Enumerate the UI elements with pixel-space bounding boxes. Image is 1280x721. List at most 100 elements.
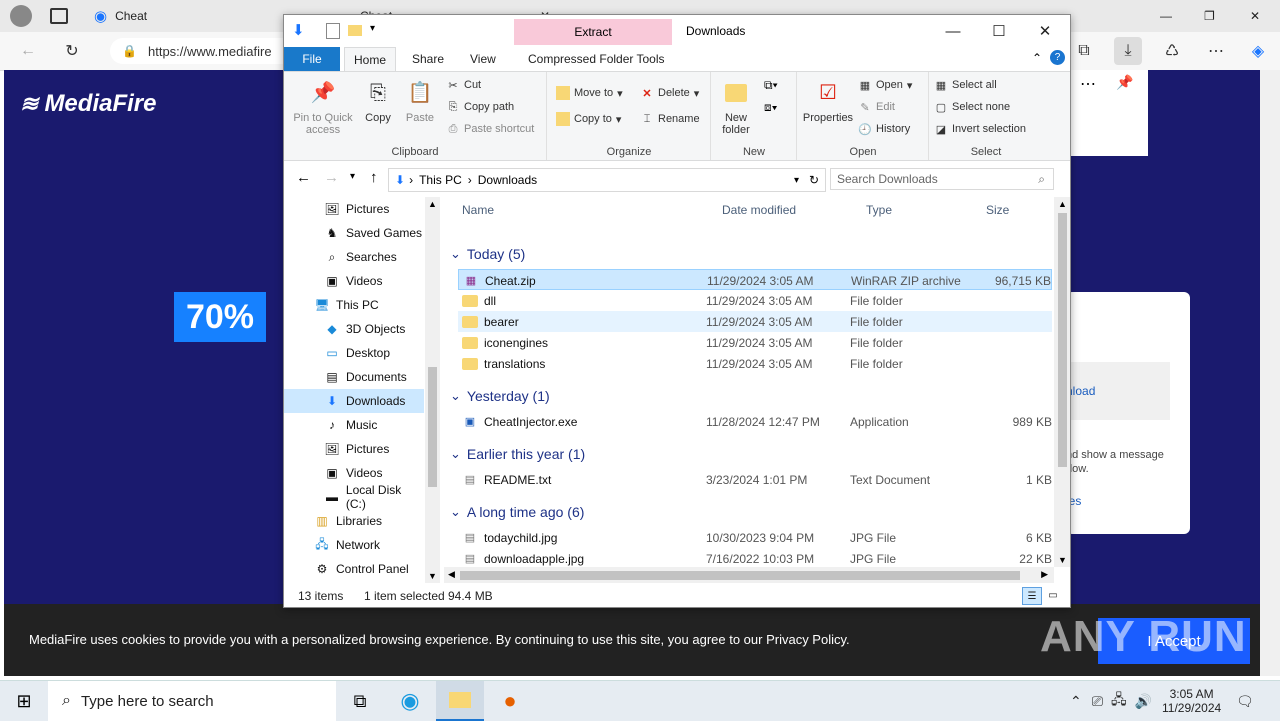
group-header[interactable]: ⌄ Yesterday (1) — [450, 385, 550, 407]
refresh-folder-icon[interactable]: ↻ — [809, 173, 819, 187]
file-row[interactable]: ▣ CheatInjector.exe 11/28/2024 12:47 PM App… — [458, 411, 1052, 432]
file-list-vertical-scrollbar[interactable]: ▲ ▼ — [1054, 197, 1070, 567]
tab-actions-icon[interactable] — [50, 0, 68, 32]
nav-item-documents[interactable]: ▤ Documents — [284, 365, 424, 389]
nav-item-local-disk-c[interactable]: ▬ Local Disk (C:) — [284, 483, 424, 511]
help-icon[interactable]: ? — [1050, 50, 1065, 65]
explorer-taskbar-button[interactable] — [436, 681, 484, 721]
refresh-icon[interactable]: ↻ — [58, 37, 86, 65]
breadcrumb-downloads[interactable]: Downloads — [478, 173, 537, 187]
download-button[interactable]: nload — [1066, 362, 1170, 420]
network-tray-icon[interactable]: 🖧 — [1111, 689, 1127, 713]
new-item-icon[interactable]: ⧉▾ — [764, 78, 778, 93]
file-row[interactable]: ▤ todaychild.jpg 10/30/2023 9:04 PM JPG Fil… — [458, 527, 1052, 548]
copy-button[interactable]: ⎘ Copy — [360, 78, 396, 124]
group-header[interactable]: ⌄ A long time ago (6) — [450, 501, 584, 523]
taskbar-search[interactable]: ⌕ Type here to search — [48, 681, 336, 721]
edit-button[interactable]: ✎ Edit — [858, 98, 895, 116]
up-arrow-icon[interactable]: ↑ — [370, 169, 378, 186]
back-arrow-icon[interactable]: ← — [296, 169, 311, 186]
search-box[interactable]: Search Downloads ⌕ — [830, 168, 1054, 190]
paste-button[interactable]: 📋 Paste — [402, 78, 438, 124]
invert-selection-button[interactable]: ◪ Invert selection — [934, 120, 1026, 138]
maximize-button[interactable]: ☐ — [976, 15, 1022, 47]
nav-scrollbar[interactable]: ▲ ▼ — [425, 197, 440, 583]
properties-qa-icon[interactable] — [326, 23, 340, 39]
file-row[interactable]: ▦ Cheat.zip 11/29/2024 3:05 AM WinRAR ZIP a… — [458, 269, 1052, 290]
nav-item-this-pc[interactable]: 🖥 This PC — [284, 293, 424, 317]
tab-home[interactable]: Home — [344, 47, 396, 72]
recent-dropdown-icon[interactable]: ▾ — [350, 171, 355, 182]
file-row[interactable]: iconengines 11/29/2024 3:05 AM File folder — [458, 332, 1052, 353]
new-folder-qa-icon[interactable] — [348, 25, 362, 36]
clock[interactable]: 3:05 AM 11/29/2024 — [1162, 681, 1221, 721]
delete-button[interactable]: ✕ Delete ▾ — [640, 84, 699, 102]
cut-button[interactable]: ✂ Cut — [446, 76, 481, 94]
group-header[interactable]: ⌄ Today (5) — [450, 243, 525, 265]
notifications-button[interactable]: 🗨 — [1236, 681, 1254, 721]
nav-item-desktop[interactable]: ▭ Desktop — [284, 341, 424, 365]
nav-item-downloads[interactable]: ⬇ Downloads — [284, 389, 424, 413]
large-icons-view-icon[interactable]: ▭ — [1044, 587, 1062, 603]
nav-item-saved-games[interactable]: ♞ Saved Games — [284, 221, 424, 245]
tab-compressed-folder-tools[interactable]: Compressed Folder Tools — [528, 47, 665, 71]
pin-quick-access-button[interactable]: 📌 Pin to Quick access — [290, 78, 356, 136]
properties-button[interactable]: ☑ Properties — [800, 78, 856, 124]
nav-item-network[interactable]: 🖧 Network — [284, 533, 424, 557]
tab-share[interactable]: Share — [412, 47, 444, 71]
copilot-icon[interactable]: ◈ — [1244, 37, 1272, 65]
file-row[interactable]: bearer 11/29/2024 3:05 AM File folder — [458, 311, 1052, 332]
pin-icon[interactable]: 📌 — [1116, 74, 1133, 91]
select-none-button[interactable]: ▢ Select none — [934, 98, 1010, 116]
edge-taskbar-button[interactable]: ◉ — [386, 681, 434, 721]
quick-access-down-icon[interactable]: ⬇ — [292, 21, 305, 39]
open-button[interactable]: ▦ Open ▾ — [858, 76, 913, 94]
start-button[interactable]: ⊞ — [0, 681, 48, 721]
paste-shortcut-button[interactable]: ⎙ Paste shortcut — [446, 120, 535, 138]
move-to-button[interactable]: Move to ▾ — [556, 84, 623, 102]
collapse-ribbon-icon[interactable]: ⌃ — [1032, 51, 1042, 65]
address-bar[interactable]: ⬇ › This PC › Downloads ▾ ↻ — [388, 168, 826, 192]
back-icon[interactable]: ← — [14, 37, 42, 65]
nav-item-3d-objects[interactable]: ◆ 3D Objects — [284, 317, 424, 341]
mediafire-logo[interactable]: ≋ MediaFire — [20, 90, 156, 118]
nav-item-pictures[interactable]: 🖼 Pictures — [284, 197, 424, 221]
tab-file[interactable]: File — [284, 47, 340, 71]
nav-item-videos[interactable]: ▣ Videos — [284, 269, 424, 293]
new-folder-button[interactable]: New folder — [716, 78, 756, 136]
copy-to-button[interactable]: Copy to ▾ — [556, 110, 621, 128]
downloads-icon[interactable]: ⤓ — [1114, 37, 1142, 65]
nav-item-videos[interactable]: ▣ Videos — [284, 461, 424, 485]
column-name[interactable]: Name — [462, 197, 494, 223]
close-browser-button[interactable]: ✕ — [1250, 0, 1260, 32]
file-row[interactable]: dll 11/29/2024 3:05 AM File folder — [458, 290, 1052, 311]
copy-path-button[interactable]: ⎘ Copy path — [446, 98, 515, 116]
forward-arrow-icon[interactable]: → — [324, 169, 339, 186]
address-dropdown-icon[interactable]: ▾ — [794, 175, 799, 186]
collections-icon[interactable]: ⧉ — [1070, 37, 1098, 65]
device-icon[interactable]: ⎚ — [1092, 693, 1103, 710]
minimize-button[interactable]: — — [930, 15, 976, 47]
close-button[interactable]: ✕ — [1022, 15, 1068, 47]
group-header[interactable]: ⌄ Earlier this year (1) — [450, 443, 585, 465]
nav-item-pictures[interactable]: 🖼 Pictures — [284, 437, 424, 461]
column-size[interactable]: Size — [986, 197, 1009, 223]
profile-avatar[interactable] — [10, 0, 32, 32]
volume-icon[interactable]: 🔊 — [1135, 693, 1152, 710]
details-view-icon[interactable]: ☰ — [1022, 587, 1042, 605]
column-type[interactable]: Type — [866, 197, 892, 223]
extract-context-tab[interactable]: Extract — [514, 19, 672, 45]
browser-tab-active[interactable]: ◉ Cheat — [94, 0, 294, 32]
firefox-taskbar-button[interactable]: ● — [486, 681, 534, 721]
nav-item-control-panel[interactable]: ⚙ Control Panel — [284, 557, 424, 581]
nav-item-searches[interactable]: ⌕ Searches — [284, 245, 424, 269]
breadcrumb-this-pc[interactable]: This PC — [419, 173, 462, 187]
column-date-modified[interactable]: Date modified — [722, 197, 796, 223]
file-row[interactable]: ▤ README.txt 3/23/2024 1:01 PM Text Documen… — [458, 469, 1052, 490]
ellipsis-icon[interactable]: ⋯ — [1080, 74, 1096, 94]
easy-access-icon[interactable]: ⧈▾ — [764, 100, 778, 115]
nav-item-libraries[interactable]: ▥ Libraries — [284, 509, 424, 533]
minimize-browser-button[interactable]: — — [1160, 0, 1172, 32]
rename-button[interactable]: ⌶ Rename — [640, 110, 700, 128]
restore-browser-button[interactable]: ❐ — [1204, 0, 1215, 32]
